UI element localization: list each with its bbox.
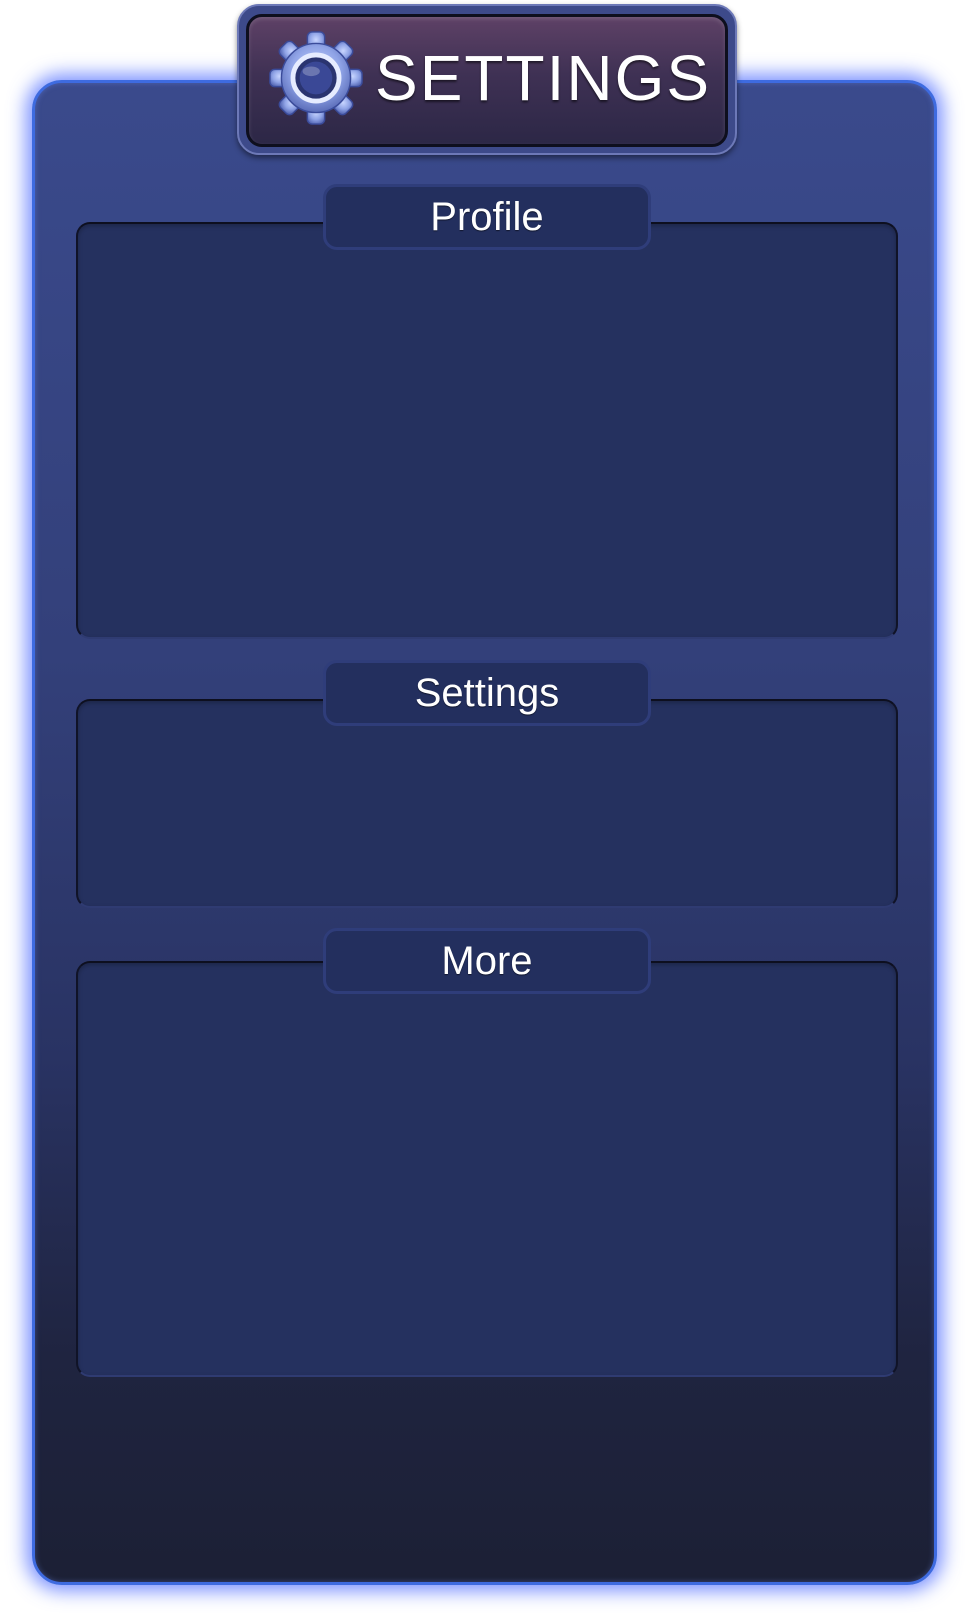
more-section-title: More: [323, 928, 651, 994]
profile-section-title: Profile: [323, 184, 651, 250]
gear-icon: [269, 31, 363, 125]
settings-section-title: Settings: [323, 660, 651, 726]
more-section-panel: [76, 961, 898, 1377]
profile-section-panel: [76, 222, 898, 639]
settings-section-panel: [76, 699, 898, 908]
page-title: SETTINGS: [375, 42, 712, 114]
